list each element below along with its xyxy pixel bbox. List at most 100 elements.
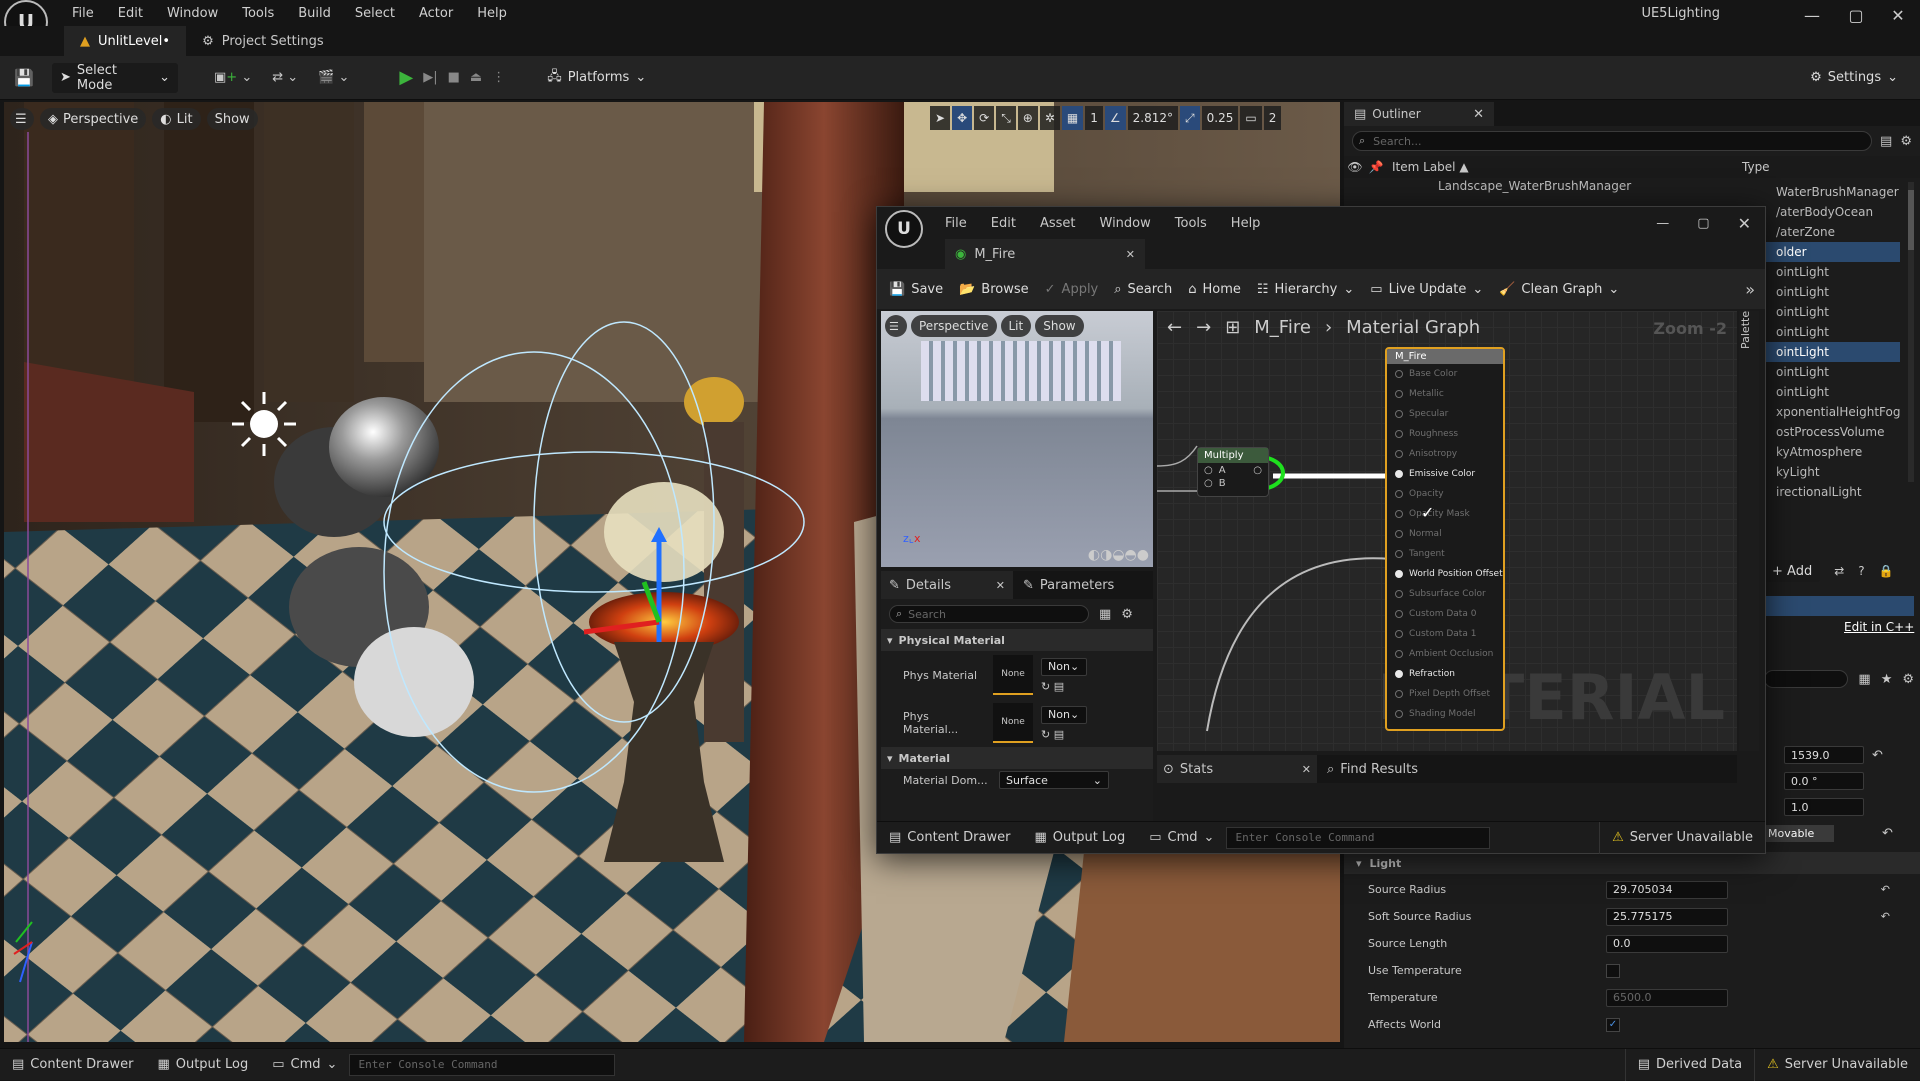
hierarchy-button[interactable]: ☷ Hierarchy ⌄ — [1249, 272, 1362, 306]
live-update-button[interactable]: ▭ Live Update ⌄ — [1362, 272, 1491, 306]
details-tab[interactable]: ✎ Details ✕ — [881, 571, 1013, 599]
result-pin[interactable]: Emissive Color — [1387, 464, 1503, 484]
menu-tools[interactable]: Tools — [230, 6, 286, 21]
lock-icon[interactable]: 🔒 — [1879, 564, 1894, 578]
light-section-header[interactable]: ▾ Light — [1344, 852, 1920, 874]
outliner-row[interactable]: ointLight — [1764, 302, 1900, 322]
blueprint-icon[interactable]: ⇄ ⌄ — [272, 70, 298, 85]
material-graph[interactable]: ← → ⊞ M_Fire › Material Graph Zoom -2 MA… — [1157, 311, 1737, 751]
gear-icon[interactable]: ⚙ — [1121, 607, 1133, 622]
asset-actions-icon[interactable]: ↻ ▤ — [1041, 728, 1087, 741]
eye-icon[interactable]: 👁 — [1344, 160, 1366, 174]
result-pin[interactable]: Metallic — [1387, 384, 1503, 404]
preview-show-button[interactable]: Show — [1035, 315, 1084, 337]
add-folder-icon[interactable]: ▤ — [1880, 134, 1892, 149]
menu-build[interactable]: Build — [286, 6, 343, 21]
apply-button[interactable]: ✓ Apply — [1037, 272, 1107, 306]
result-pin[interactable]: Subsurface Color — [1387, 584, 1503, 604]
result-pin[interactable]: Opacity Mask — [1387, 504, 1503, 524]
mobility-movable[interactable]: Movable — [1764, 824, 1834, 842]
settings-button[interactable]: ⚙ Settings ⌄ — [1802, 63, 1906, 93]
reset-icon[interactable]: ↶ — [1882, 826, 1893, 841]
menu-file[interactable]: File — [60, 6, 106, 21]
pin-b-icon[interactable]: ○ — [1204, 478, 1213, 489]
lit-button[interactable]: ◐ Lit — [152, 108, 201, 130]
component-highlight[interactable] — [1764, 596, 1914, 616]
tab-project-settings[interactable]: ⚙ Project Settings — [186, 26, 340, 56]
scale-snap-icon[interactable]: ⤢ — [1180, 106, 1200, 130]
move-tool-icon[interactable]: ✥ — [952, 106, 973, 130]
outliner-tab[interactable]: ▤ Outliner ✕ — [1344, 102, 1494, 126]
material-preview-viewport[interactable]: ☰ Perspective Lit Show z⌞x ◐◑◒◓● — [881, 311, 1153, 567]
save-icon[interactable]: 💾 — [14, 68, 42, 87]
outliner-row[interactable]: /aterZone — [1764, 222, 1900, 242]
reset-icon[interactable]: ↶ — [1881, 883, 1890, 896]
multiply-node[interactable]: Multiply ○ A ○ ○ B — [1197, 447, 1269, 497]
surface-snap-icon[interactable]: ✲ — [1039, 106, 1060, 130]
stats-tab[interactable]: ⊙ Stats ✕ — [1157, 755, 1317, 783]
outliner-row[interactable]: /aterBodyOcean — [1764, 202, 1900, 222]
result-pin[interactable]: Refraction — [1387, 664, 1503, 684]
output-log-button[interactable]: ▦ Output Log — [1022, 822, 1137, 854]
close-tab-icon[interactable]: ✕ — [1302, 763, 1311, 776]
result-node[interactable]: M_Fire Base Color Metallic Specular Roughne… — [1385, 347, 1505, 731]
outliner-row[interactable]: ointLight — [1764, 362, 1900, 382]
details-search-input[interactable] — [1764, 670, 1849, 688]
unreal-logo-icon[interactable]: U — [885, 210, 923, 248]
result-pin[interactable]: Pixel Depth Offset — [1387, 684, 1503, 704]
me-menu-help[interactable]: Help — [1219, 216, 1273, 231]
cmd-dropdown[interactable]: ▭ Cmd ⌄ — [1137, 822, 1226, 854]
select-tool-icon[interactable]: ➤ — [930, 106, 951, 130]
outliner-row[interactable]: ointLight — [1764, 262, 1900, 282]
server-status[interactable]: ⚠ Server Unavailable — [1754, 1048, 1920, 1081]
outliner-scrollbar[interactable] — [1908, 182, 1914, 482]
outliner-row[interactable]: kyLight — [1764, 462, 1900, 482]
save-button[interactable]: 💾 Save — [881, 272, 951, 306]
blueprint-icon[interactable]: ⇄ — [1834, 564, 1844, 578]
play-icon[interactable]: ▶ — [399, 67, 413, 88]
perspective-button[interactable]: ◈ Perspective — [40, 108, 147, 130]
pin-icon[interactable]: 📌 — [1366, 160, 1386, 174]
find-results-tab[interactable]: ⌕ Find Results — [1317, 755, 1428, 783]
outliner-row[interactable]: older — [1764, 242, 1900, 262]
maximize-icon[interactable]: ▢ — [1683, 216, 1723, 231]
grid-view-icon[interactable]: ▦ — [1858, 672, 1870, 687]
edit-in-cpp-link[interactable]: Edit in C++ — [1844, 620, 1914, 634]
me-menu-asset[interactable]: Asset — [1028, 216, 1088, 231]
menu-edit[interactable]: Edit — [106, 6, 155, 21]
content-drawer-button[interactable]: ▤ Content Drawer — [877, 822, 1022, 854]
grid-snap-icon[interactable]: ▦ — [1061, 106, 1084, 130]
home-button[interactable]: ⌂ Home — [1180, 272, 1249, 306]
outliner-row[interactable]: xponentialHeightFog — [1764, 402, 1900, 422]
camera-speed-value[interactable]: 2 — [1263, 106, 1282, 130]
item-label-column[interactable]: Item Label ▲ — [1386, 160, 1742, 174]
outliner-row[interactable]: ostProcessVolume — [1764, 422, 1900, 442]
pin-a-icon[interactable]: ○ — [1204, 465, 1213, 476]
preview-lit-button[interactable]: Lit — [1000, 315, 1032, 337]
select-mode-button[interactable]: ➤ Select Mode ⌄ — [52, 62, 178, 93]
camera-speed-icon[interactable]: ▭ — [1240, 106, 1262, 130]
checkbox[interactable] — [1606, 963, 1620, 978]
step-icon[interactable]: ▶| — [423, 70, 437, 85]
result-pin[interactable]: Shading Model — [1387, 704, 1503, 724]
result-pin[interactable]: World Position Offset — [1387, 564, 1503, 584]
browse-button[interactable]: 📂 Browse — [951, 272, 1037, 306]
asset-actions-icon[interactable]: ↻ ▤ — [1041, 680, 1087, 693]
palette-tab[interactable]: Palette — [1739, 311, 1759, 751]
menu-select[interactable]: Select — [343, 6, 407, 21]
close-icon[interactable]: ✕ — [1724, 214, 1765, 233]
tab-m-fire[interactable]: ◉ M_Fire ✕ — [945, 239, 1145, 269]
checkbox[interactable]: ✓ — [1606, 1017, 1620, 1032]
property-value[interactable]: 6500.0 — [1606, 988, 1728, 1007]
preview-perspective-button[interactable]: Perspective — [911, 315, 997, 337]
reset-icon[interactable]: ↶ — [1881, 910, 1890, 923]
clean-graph-button[interactable]: 🧹 Clean Graph ⌄ — [1491, 272, 1627, 306]
cinematics-icon[interactable]: 🎬 ⌄ — [318, 70, 349, 85]
console-input[interactable]: Enter Console Command — [349, 1053, 616, 1076]
result-pin[interactable]: Normal — [1387, 524, 1503, 544]
scale-field[interactable]: 1.0 — [1784, 798, 1864, 816]
asset-thumbnail[interactable]: None — [993, 655, 1033, 695]
add-actor-icon[interactable]: ▣+ ⌄ — [214, 70, 252, 85]
me-menu-file[interactable]: File — [933, 216, 979, 231]
angle-snap-icon[interactable]: ∠ — [1104, 106, 1126, 130]
